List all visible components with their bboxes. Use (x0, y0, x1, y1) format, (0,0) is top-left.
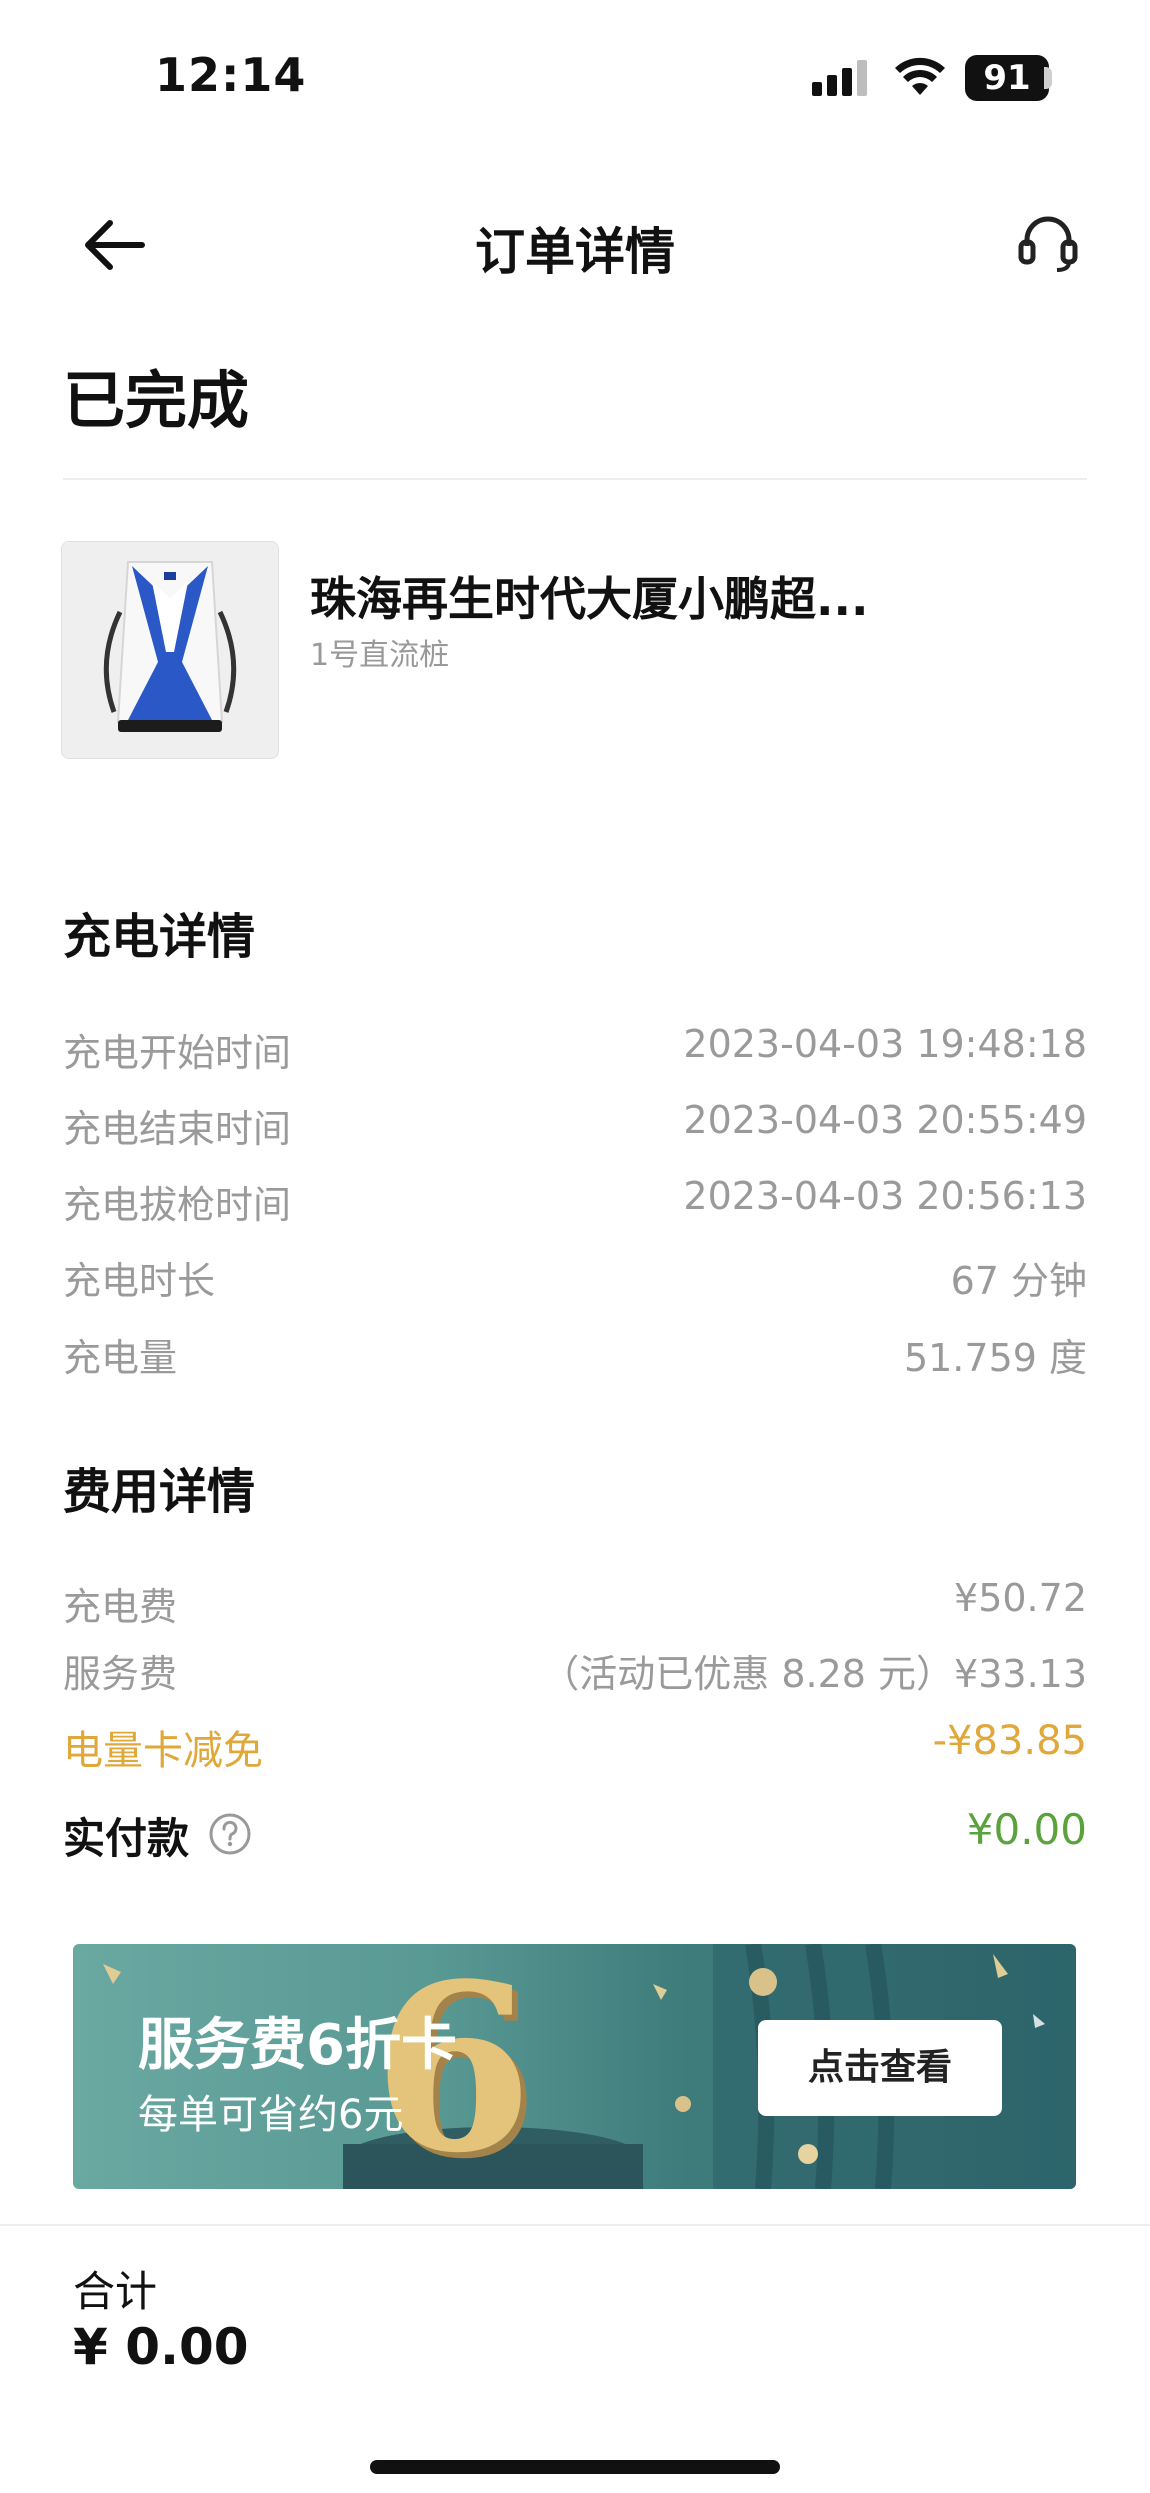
actual-payment-label: 实付款 (63, 1814, 190, 1863)
status-time: 12:14 (155, 48, 307, 102)
footer-divider (0, 2224, 1150, 2226)
service-fee-label: 服务费 (63, 1652, 178, 1696)
divider (63, 478, 1087, 480)
charge-start-value: 2023-04-03 19:48:18 (683, 1022, 1087, 1066)
fee-details-title: 费用详情 (63, 1464, 256, 1520)
cellular-signal-icon (812, 60, 867, 96)
charge-start-label: 充电开始时间 (63, 1031, 292, 1075)
charging-fee-label: 充电费 (63, 1585, 178, 1629)
view-offer-button[interactable]: 点击查看 (758, 2020, 1002, 2116)
charge-duration-label: 充电时长 (63, 1259, 216, 1303)
banner-subtitle: 每单可省约6元 (138, 2092, 404, 2138)
unplug-time-value: 2023-04-03 20:56:13 (683, 1174, 1087, 1218)
charging-details-title: 充电详情 (63, 909, 256, 965)
page-title: 订单详情 (475, 223, 675, 281)
total-value: ¥ 0.00 (73, 2318, 249, 2376)
customer-service-headset-icon[interactable] (1015, 212, 1081, 274)
total-label: 合计 (73, 2267, 158, 2316)
energy-card-discount-value: -¥83.85 (932, 1718, 1087, 1764)
charge-end-value: 2023-04-03 20:55:49 (683, 1098, 1087, 1142)
charge-end-label: 充电结束时间 (63, 1107, 292, 1151)
service-fee-value: （活动已优惠 8.28 元）¥33.13 (541, 1652, 1087, 1696)
order-status: 已完成 (63, 364, 250, 437)
charge-duration-value: 67 分钟 (950, 1259, 1087, 1303)
charge-energy-label: 充电量 (63, 1336, 178, 1380)
battery-indicator: 91 (965, 55, 1049, 101)
energy-card-discount-label: 电量卡减免 (63, 1728, 263, 1774)
banner-title: 服务费6折卡 (138, 2013, 457, 2078)
charger-image (61, 541, 279, 759)
charging-fee-value: ¥50.72 (954, 1576, 1087, 1620)
battery-tip (1044, 67, 1052, 89)
charger-pile-label: 1号直流桩 (310, 638, 450, 673)
wifi-icon (895, 57, 945, 95)
home-indicator[interactable] (370, 2460, 780, 2474)
actual-payment-value: ¥0.00 (966, 1805, 1087, 1854)
help-question-icon[interactable] (208, 1812, 252, 1856)
station-name[interactable]: 珠海再生时代大厦小鹏超... (310, 563, 868, 629)
unplug-time-label: 充电拔枪时间 (63, 1183, 292, 1227)
charge-energy-value: 51.759 度 (903, 1336, 1087, 1380)
